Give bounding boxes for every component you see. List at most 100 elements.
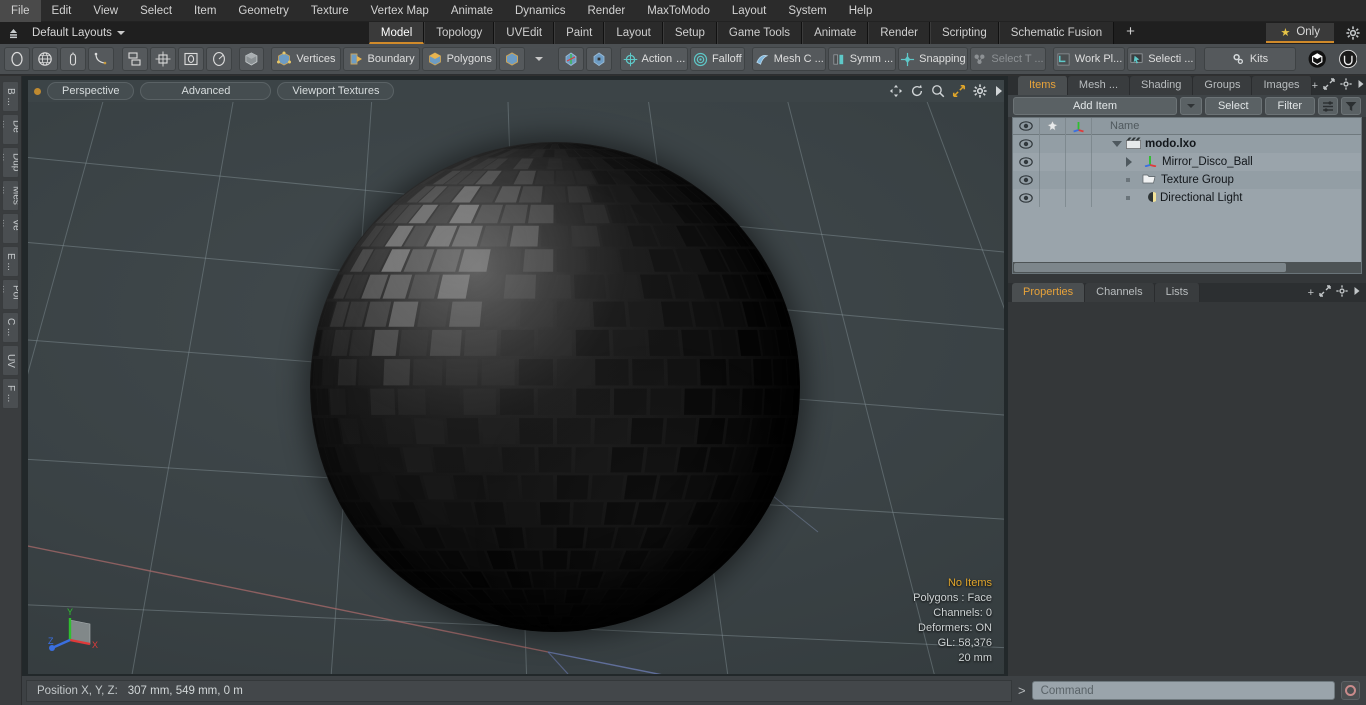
scrollbar-thumb[interactable] (1014, 263, 1286, 272)
visibility-toggle[interactable] (1013, 153, 1040, 171)
frame-icon[interactable] (177, 47, 204, 71)
layout-tab-render[interactable]: Render (868, 22, 930, 44)
mirror-disco-ball[interactable] (310, 142, 800, 632)
home-arrow-icon[interactable] (0, 22, 26, 44)
add-item-button[interactable]: Add Item (1013, 97, 1177, 115)
chevron-right-icon[interactable] (994, 85, 1004, 97)
ellipse-icon[interactable] (4, 47, 30, 71)
visibility-toggle[interactable] (1013, 135, 1040, 153)
row-lock-cell[interactable] (1040, 135, 1066, 153)
rotate-icon[interactable] (910, 84, 924, 98)
table-row[interactable]: Mirror_Disco_Ball (1013, 153, 1361, 171)
left-tab-vertex[interactable]: Ve ... (2, 213, 19, 244)
mesh-constraint-button[interactable]: Mesh C ... (752, 47, 827, 71)
tree-item-scene[interactable]: modo.lxo (1092, 137, 1361, 152)
tree-item-texture-group[interactable]: Texture Group (1092, 173, 1361, 188)
tree-item-mirror-disco-ball[interactable]: Mirror_Disco_Ball (1092, 154, 1361, 170)
layout-tab-paint[interactable]: Paint (554, 22, 605, 44)
add-item-dropdown-icon[interactable] (1179, 97, 1202, 115)
list-options-icon[interactable] (1318, 97, 1338, 115)
falloff-button[interactable]: Falloff (689, 47, 745, 71)
tab-shading[interactable]: Shading (1130, 76, 1194, 95)
gear-icon[interactable] (1340, 22, 1366, 44)
table-row[interactable]: Directional Light (1013, 189, 1361, 207)
axis-pivot-icon[interactable] (586, 47, 613, 71)
gear-icon[interactable] (973, 84, 987, 98)
viewport-3d[interactable]: No Items Polygons : Face Channels: 0 Def… (28, 80, 1004, 674)
add-layout-tab-button[interactable]: + (1114, 22, 1147, 44)
chevron-right-icon[interactable] (1353, 286, 1361, 299)
item-mode-button[interactable] (498, 47, 525, 71)
items-tree-horizontal-scrollbar[interactable] (1013, 262, 1361, 273)
layout-tab-layout[interactable]: Layout (604, 22, 663, 44)
layout-tab-setup[interactable]: Setup (662, 22, 717, 44)
filter-funnel-icon[interactable] (1341, 97, 1361, 115)
row-transform-cell[interactable] (1066, 171, 1092, 189)
gear-icon[interactable] (1336, 285, 1348, 300)
left-tab-edge[interactable]: E ... (2, 246, 19, 277)
pan-icon[interactable] (889, 84, 903, 98)
boundary-button[interactable]: Boundary (342, 47, 420, 71)
sphere-icon[interactable] (32, 47, 58, 71)
tab-properties[interactable]: Properties (1012, 283, 1086, 302)
chevron-down-icon[interactable] (527, 47, 551, 71)
viewport-shading-mode[interactable]: Advanced (140, 82, 272, 100)
tab-items[interactable]: Items (1018, 76, 1068, 95)
capsule-icon[interactable] (60, 47, 86, 71)
curve-icon[interactable] (88, 47, 114, 71)
align-icon[interactable] (121, 47, 148, 71)
menu-item-animate[interactable]: Animate (440, 0, 504, 22)
left-tab-deform[interactable]: De ... (2, 114, 19, 145)
viewport-textures-mode[interactable]: Viewport Textures (277, 82, 395, 100)
selection-button[interactable]: Selecti ... (1126, 47, 1196, 71)
layout-tab-uvedit[interactable]: UVEdit (494, 22, 555, 44)
tab-mesh[interactable]: Mesh ... (1067, 76, 1131, 95)
menu-item-dynamics[interactable]: Dynamics (504, 0, 576, 22)
row-transform-cell[interactable] (1066, 135, 1092, 153)
unity-icon[interactable] (1303, 47, 1331, 71)
menu-item-texture[interactable]: Texture (300, 0, 360, 22)
kits-button[interactable]: Kits (1203, 47, 1296, 71)
visibility-toggle[interactable] (1013, 189, 1040, 207)
left-tab-polygon[interactable]: Pol ... (2, 279, 19, 310)
center-icon[interactable] (149, 47, 176, 71)
layout-tab-scripting[interactable]: Scripting (929, 22, 999, 44)
chevron-down-icon[interactable] (1112, 141, 1122, 147)
polygons-button[interactable]: Polygons (421, 47, 497, 71)
row-lock-cell[interactable] (1040, 153, 1066, 171)
left-tab-uv[interactable]: UV (2, 345, 19, 376)
viewport-view-mode[interactable]: Perspective (47, 82, 135, 100)
chevron-right-icon[interactable] (1126, 157, 1132, 167)
add-panel-tab-button[interactable]: + (1312, 80, 1318, 92)
table-row[interactable]: Texture Group (1013, 171, 1361, 189)
record-circle-icon[interactable] (1341, 681, 1360, 700)
fit-icon[interactable] (952, 84, 966, 98)
center-pivot-icon[interactable] (558, 47, 585, 71)
tree-item-directional-light[interactable]: Directional Light (1092, 191, 1361, 206)
left-tab-curve[interactable]: C ... (2, 312, 19, 343)
work-plane-button[interactable]: Work Pl... (1053, 47, 1125, 71)
action-center-button[interactable]: Action ... (619, 47, 688, 71)
vertices-button[interactable]: Vertices (271, 47, 341, 71)
row-lock-cell[interactable] (1040, 189, 1066, 207)
layout-tab-animate[interactable]: Animate (802, 22, 869, 44)
menu-item-maxtomodo[interactable]: MaxToModo (636, 0, 721, 22)
row-transform-cell[interactable] (1066, 153, 1092, 171)
tab-channels[interactable]: Channels (1085, 283, 1155, 302)
command-input[interactable] (1031, 681, 1335, 700)
row-lock-cell[interactable] (1040, 171, 1066, 189)
tab-images[interactable]: Images (1252, 76, 1312, 95)
radial-icon[interactable] (205, 47, 232, 71)
menu-item-edit[interactable]: Edit (41, 0, 83, 22)
expand-panel-icon[interactable] (1319, 285, 1331, 300)
visibility-toggle[interactable] (1013, 171, 1040, 189)
left-tab-duplicate[interactable]: Dup ... (2, 147, 19, 178)
items-tree[interactable]: Name modo.lxo Mirror_Disco_Ball Texture … (1012, 117, 1362, 274)
left-tab-basic[interactable]: B ... (2, 81, 19, 112)
tab-groups[interactable]: Groups (1193, 76, 1253, 95)
filter-button[interactable]: Filter (1264, 97, 1315, 115)
unreal-icon[interactable] (1334, 47, 1362, 71)
snapping-button[interactable]: Snapping (897, 47, 969, 71)
add-properties-tab-button[interactable]: + (1308, 287, 1314, 299)
select-through-button[interactable]: Select T ... (970, 47, 1046, 71)
